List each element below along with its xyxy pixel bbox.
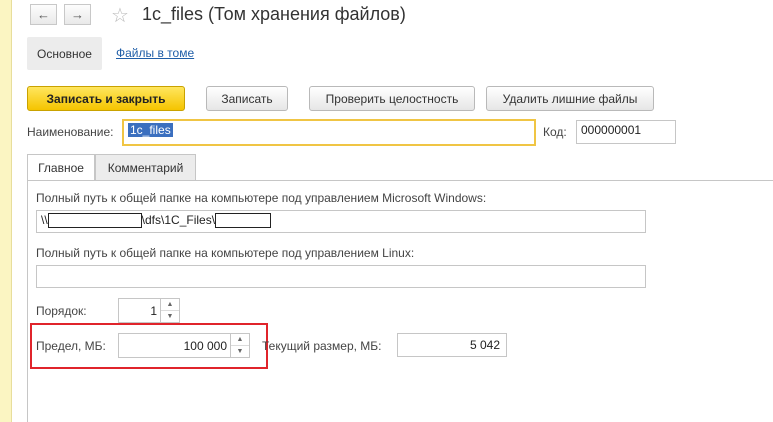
name-value: 1c_files: [128, 123, 173, 137]
code-input[interactable]: 000000001: [576, 120, 676, 144]
name-input[interactable]: 1c_files: [122, 119, 536, 146]
check-integrity-button[interactable]: Проверить целостность: [309, 86, 475, 111]
limit-spinner[interactable]: 100 000 ▲ ▼: [118, 333, 250, 358]
chevron-down-icon[interactable]: ▼: [231, 346, 249, 357]
page-title: 1c_files (Том хранения файлов): [142, 4, 406, 24]
redacted-folder: [215, 213, 272, 229]
files-in-volume-link[interactable]: Файлы в томе: [116, 46, 194, 60]
current-size-field[interactable]: 5 042: [397, 333, 507, 357]
limit-label: Предел, МБ:: [36, 339, 106, 353]
arrow-right-icon: →: [71, 7, 84, 22]
windows-path-prefix: \\: [41, 213, 48, 227]
tab-comment[interactable]: Комментарий: [95, 154, 196, 181]
linux-path-input[interactable]: [36, 265, 646, 288]
chevron-down-icon[interactable]: ▼: [161, 311, 179, 322]
chevron-up-icon[interactable]: ▲: [231, 334, 249, 346]
order-value: 1: [150, 304, 157, 318]
windows-path-input[interactable]: \\ \dfs\1C_Files\: [36, 210, 646, 233]
redacted-server: [47, 213, 142, 229]
name-label: Наименование:: [27, 125, 114, 139]
arrow-left-icon: ←: [37, 7, 50, 22]
forward-button[interactable]: →: [64, 4, 91, 25]
left-side-strip: [0, 0, 12, 422]
code-label: Код:: [543, 125, 567, 139]
delete-extra-files-button[interactable]: Удалить лишние файлы: [486, 86, 654, 111]
chevron-up-icon[interactable]: ▲: [161, 299, 179, 311]
order-label: Порядок:: [36, 304, 87, 318]
windows-path-middle: \dfs\1C_Files\: [141, 213, 216, 227]
current-size-label: Текущий размер, МБ:: [262, 339, 382, 353]
favorite-star-icon[interactable]: ☆: [111, 3, 129, 28]
back-button[interactable]: ←: [30, 4, 57, 25]
tab-main[interactable]: Главное: [27, 154, 95, 181]
section-main[interactable]: Основное: [27, 37, 102, 70]
windows-path-label: Полный путь к общей папке на компьютере …: [36, 191, 487, 205]
limit-value: 100 000: [183, 339, 227, 353]
save-button[interactable]: Записать: [206, 86, 288, 111]
order-spinner[interactable]: 1 ▲ ▼: [118, 298, 180, 323]
linux-path-label: Полный путь к общей папке на компьютере …: [36, 246, 415, 260]
save-and-close-button[interactable]: Записать и закрыть: [27, 86, 185, 111]
